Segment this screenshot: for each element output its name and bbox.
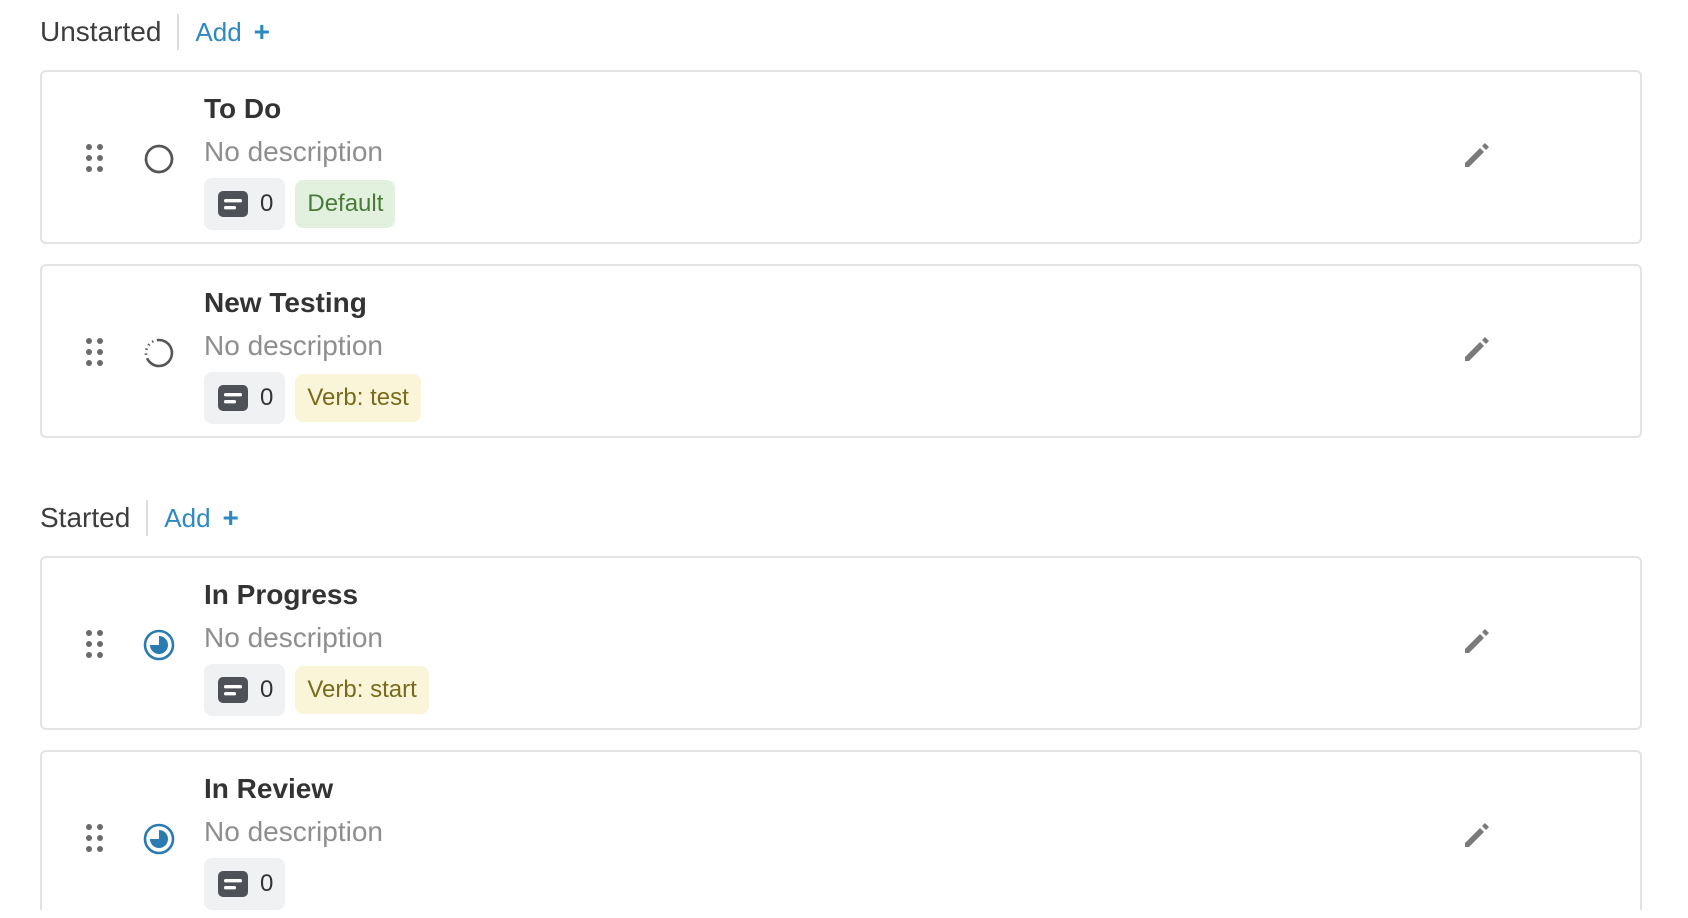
drag-handle-icon[interactable]: [86, 338, 103, 366]
card-body: To Do No description 0 Default: [204, 90, 396, 230]
verb-badge: Verb: test: [295, 374, 421, 422]
state-card[interactable]: In Progress No description 0 Verb: start: [40, 556, 1642, 730]
group-header-started: Started Add +: [40, 492, 1688, 544]
state-description: No description: [204, 330, 383, 361]
verb-badge: Verb: start: [295, 666, 429, 714]
state-card[interactable]: New Testing No description 0 Verb: test: [40, 264, 1642, 438]
drag-handle-icon[interactable]: [86, 144, 103, 172]
progress-circle-icon: [143, 629, 175, 661]
card-body: In Review No description 0: [204, 770, 383, 910]
drag-handle-icon[interactable]: [86, 630, 103, 658]
state-tags: 0 Default: [204, 178, 396, 230]
state-tags: 0 Verb: start: [204, 664, 429, 716]
pencil-icon[interactable]: [1460, 332, 1494, 366]
group-title: Started: [40, 500, 149, 536]
state-title: In Review: [204, 773, 334, 804]
issue-count-pill: 0: [204, 178, 286, 230]
state-tags: 0 Verb: test: [204, 372, 421, 424]
issue-count: 0: [260, 384, 274, 411]
issue-count-pill: 0: [204, 372, 286, 424]
add-state-button[interactable]: Add +: [164, 500, 239, 536]
state-card[interactable]: In Review No description 0: [40, 750, 1642, 910]
state-tags: 0: [204, 858, 383, 910]
pencil-icon[interactable]: [1460, 818, 1494, 852]
pencil-icon[interactable]: [1460, 624, 1494, 658]
pencil-icon[interactable]: [1460, 138, 1494, 172]
card-body: In Progress No description 0 Verb: start: [204, 576, 429, 716]
progress-circle-icon: [143, 823, 175, 855]
state-description: No description: [204, 816, 383, 847]
state-title: New Testing: [204, 287, 367, 318]
group-title: Unstarted: [40, 14, 180, 50]
workflow-states-page: Unstarted Add + To Do No description 0 D…: [0, 6, 1688, 918]
state-title: To Do: [204, 93, 282, 124]
dashed-circle-icon: [144, 144, 174, 174]
drag-handle-icon[interactable]: [86, 824, 103, 852]
state-title: In Progress: [204, 579, 359, 610]
add-label: Add: [164, 503, 211, 533]
card-body: New Testing No description 0 Verb: test: [204, 284, 421, 424]
group-header-unstarted: Unstarted Add +: [40, 6, 1688, 58]
issue-count: 0: [260, 870, 274, 897]
dashed-circle-icon: [144, 338, 174, 368]
default-badge: Default: [295, 180, 396, 228]
issue-icon: [218, 871, 248, 897]
issue-icon: [218, 677, 248, 703]
state-description: No description: [204, 136, 383, 167]
issue-count: 0: [260, 676, 274, 703]
issue-count-pill: 0: [204, 664, 286, 716]
issue-count-pill: 0: [204, 858, 286, 910]
plus-icon: +: [222, 502, 239, 533]
add-label: Add: [195, 17, 242, 47]
issue-icon: [218, 191, 248, 217]
issue-count: 0: [260, 190, 274, 217]
add-state-button[interactable]: Add +: [195, 14, 270, 50]
issue-icon: [218, 385, 248, 411]
state-card[interactable]: To Do No description 0 Default: [40, 70, 1642, 244]
state-description: No description: [204, 622, 383, 653]
plus-icon: +: [253, 16, 271, 47]
